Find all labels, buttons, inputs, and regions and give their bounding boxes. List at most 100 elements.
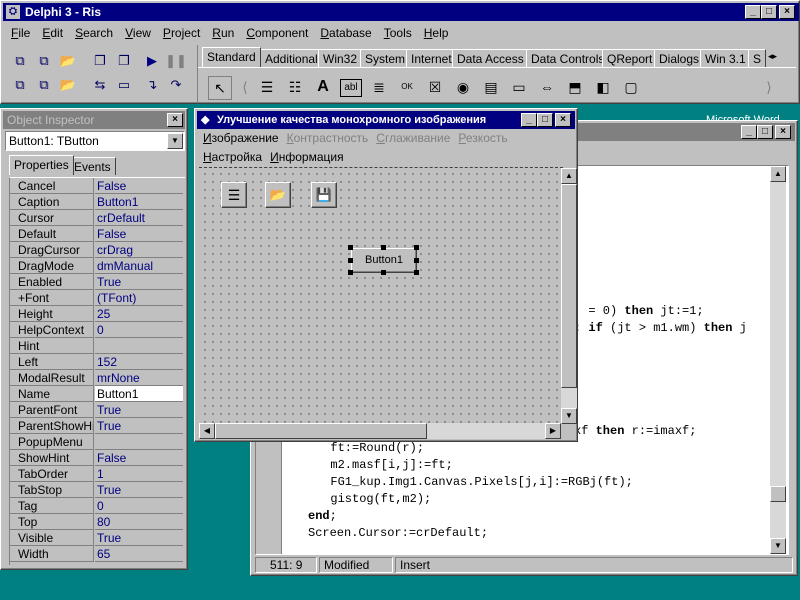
mainmenu-icon[interactable]: ☰ — [256, 76, 278, 98]
open-icon[interactable]: 📂 — [57, 51, 79, 71]
checkbox-icon[interactable]: ☒ — [424, 76, 446, 98]
form-hscrollbar[interactable]: ◀ ▶ — [199, 423, 561, 439]
editor-maximize-icon[interactable]: □ — [757, 125, 773, 139]
trace-into-icon[interactable]: ↴ — [141, 75, 163, 95]
radiobutton-icon[interactable]: ◉ — [452, 76, 474, 98]
memo-icon[interactable]: ≣ — [368, 76, 390, 98]
selection-handle[interactable] — [414, 270, 419, 275]
form-maximize-icon[interactable]: □ — [537, 113, 553, 127]
selection-handle[interactable] — [381, 270, 386, 275]
property-row[interactable]: Height 25 — [10, 306, 184, 322]
menu-file[interactable]: File — [5, 23, 36, 43]
property-value[interactable]: 152 — [95, 354, 183, 370]
component-selector[interactable]: Button1: TButton ▼ — [5, 131, 185, 151]
menu-view[interactable]: View — [119, 23, 157, 43]
scroll-left-icon[interactable]: ⟨ — [234, 76, 256, 98]
open-project-icon[interactable]: ⧉ — [33, 51, 55, 71]
open-dialog-component-icon[interactable]: 📂 — [265, 182, 291, 208]
property-value[interactable]: False — [95, 226, 183, 242]
mainmenu-component-icon[interactable]: ☰ — [221, 182, 247, 208]
menu-database[interactable]: Database — [314, 23, 377, 43]
selection-handle[interactable] — [348, 270, 353, 275]
property-row[interactable]: Width 65 — [10, 546, 184, 562]
selection-handle[interactable] — [348, 258, 353, 263]
save-dialog-component-icon[interactable]: 💾 — [311, 182, 337, 208]
property-value[interactable]: True — [95, 418, 183, 434]
property-row[interactable]: Top 80 — [10, 514, 184, 530]
palette-scroll-buttons[interactable]: ◂▸ — [768, 51, 796, 65]
new-form-icon[interactable]: ▭ — [113, 75, 135, 95]
property-value[interactable] — [95, 338, 183, 354]
view-unit-icon[interactable]: ❐ — [89, 51, 111, 71]
property-value[interactable]: Button1 — [95, 194, 183, 210]
property-row[interactable]: ParentFont True — [10, 402, 184, 418]
property-row[interactable]: Hint — [10, 338, 184, 354]
tab-win32[interactable]: Win32 — [318, 49, 363, 67]
groupbox-icon[interactable]: ⬒ — [564, 76, 586, 98]
form-minimize-icon[interactable]: _ — [521, 113, 537, 127]
property-value[interactable]: crDrag — [95, 242, 183, 258]
pause-icon[interactable]: ❚❚ — [165, 51, 187, 71]
tab-system[interactable]: System — [360, 49, 411, 67]
close-icon[interactable]: × — [779, 5, 795, 19]
pointer-icon[interactable]: ↖ — [208, 76, 232, 100]
menu-edit[interactable]: Edit — [36, 23, 69, 43]
property-row[interactable]: Tag 0 — [10, 498, 184, 514]
save-all-icon[interactable]: ⧉ — [33, 75, 55, 95]
form-close-icon[interactable]: × — [555, 113, 571, 127]
tab-dialogs[interactable]: Dialogs — [654, 49, 705, 67]
property-value[interactable]: 80 — [95, 514, 183, 530]
property-row[interactable]: Left 152 — [10, 354, 184, 370]
scrollbar-icon[interactable]: ⇔ — [536, 76, 558, 98]
menu-component[interactable]: Component — [240, 23, 314, 43]
scroll-right-icon[interactable]: ⟩ — [758, 76, 780, 98]
property-value[interactable]: 1 — [95, 466, 183, 482]
form-scroll-down-icon[interactable]: ▼ — [561, 408, 577, 424]
menu-run[interactable]: Run — [206, 23, 240, 43]
property-row[interactable]: HelpContext 0 — [10, 322, 184, 338]
property-value[interactable]: mrNone — [95, 370, 183, 386]
maximize-icon[interactable]: □ — [761, 5, 777, 19]
form-scroll-left-icon[interactable]: ◀ — [199, 423, 215, 439]
panel-icon[interactable]: ▢ — [620, 76, 642, 98]
tab-standard[interactable]: Standard — [202, 47, 261, 67]
button-icon[interactable]: OK — [396, 76, 418, 98]
form-menu-smoothing[interactable]: Сглаживание — [372, 129, 454, 147]
add-file-icon[interactable]: 📂 — [57, 75, 79, 95]
property-value[interactable]: 65 — [95, 546, 183, 562]
form-hscroll-thumb[interactable] — [215, 423, 427, 439]
toggle-form-unit-icon[interactable]: ⇆ — [89, 75, 111, 95]
form-menu-contrast[interactable]: Контрастность — [283, 129, 373, 147]
property-value[interactable]: False — [95, 450, 183, 466]
tab-internet[interactable]: Internet — [406, 49, 457, 67]
listbox-icon[interactable]: ▤ — [480, 76, 502, 98]
property-row[interactable]: TabStop True — [10, 482, 184, 498]
step-over-icon[interactable]: ↷ — [165, 75, 187, 95]
combobox-icon[interactable]: ▭ — [508, 76, 530, 98]
property-row[interactable]: Enabled True — [10, 274, 184, 290]
tab-samples[interactable]: S — [748, 49, 767, 67]
popupmenu-icon[interactable]: ☷ — [284, 76, 306, 98]
selection-handle[interactable] — [414, 258, 419, 263]
property-row[interactable]: Name Button1 — [10, 386, 184, 402]
property-value[interactable]: crDefault — [95, 210, 183, 226]
run-icon[interactable]: ▶ — [141, 51, 163, 71]
form-vscroll-thumb[interactable] — [561, 184, 577, 388]
editor-minimize-icon[interactable]: _ — [741, 125, 757, 139]
selection-handle[interactable] — [381, 245, 386, 250]
menu-search[interactable]: Search — [69, 23, 119, 43]
menu-help[interactable]: Help — [418, 23, 455, 43]
property-row[interactable]: DragCursor crDrag — [10, 242, 184, 258]
edit-icon[interactable]: abl — [340, 79, 362, 97]
property-row[interactable]: TabOrder 1 — [10, 466, 184, 482]
property-value[interactable]: 25 — [95, 306, 183, 322]
property-value[interactable]: True — [95, 402, 183, 418]
property-row[interactable]: Cancel False — [10, 178, 184, 194]
new-icon[interactable]: ⧉ — [9, 51, 31, 71]
form-vscrollbar[interactable]: ▲ ▼ — [561, 168, 577, 424]
tab-properties[interactable]: Properties — [9, 155, 74, 175]
radiogroup-icon[interactable]: ◧ — [592, 76, 614, 98]
tab-additional[interactable]: Additional — [260, 49, 323, 67]
property-row[interactable]: ShowHint False — [10, 450, 184, 466]
property-value[interactable]: Button1 — [95, 386, 183, 402]
